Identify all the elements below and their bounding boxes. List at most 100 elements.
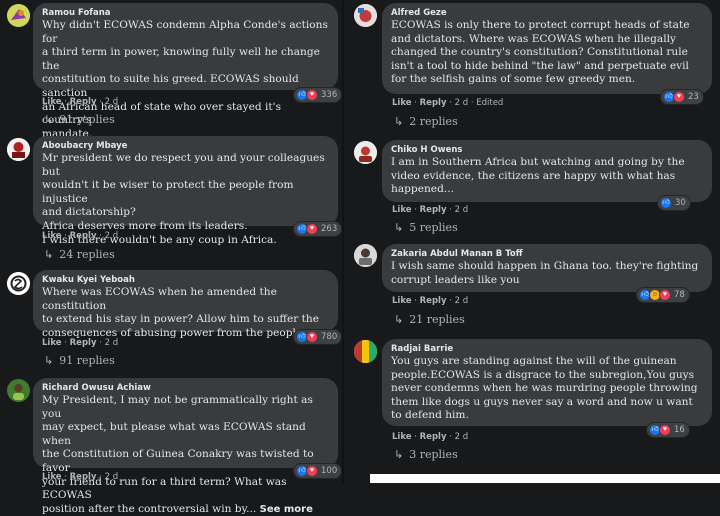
reply-arrow-icon: ↳ <box>44 248 54 261</box>
reaction-total: 100 <box>321 466 338 476</box>
avatar[interactable] <box>7 379 30 402</box>
reply-link[interactable]: Reply <box>420 98 447 108</box>
view-replies[interactable]: ↳ 3 replies <box>394 448 458 461</box>
avatar[interactable] <box>354 244 377 267</box>
comment-text: I am in Southern Africa but watching and… <box>391 156 685 196</box>
reaction-total: 336 <box>321 90 338 100</box>
avatar[interactable] <box>354 340 377 363</box>
reply-link[interactable]: Reply <box>420 432 447 442</box>
reply-arrow-icon: ↳ <box>394 448 404 461</box>
reaction-total: 16 <box>674 425 685 435</box>
view-replies[interactable]: ↳ 2 replies <box>394 115 458 128</box>
like-link[interactable]: Like <box>42 472 62 482</box>
comment-age[interactable]: 2 d <box>455 98 469 108</box>
comment-author[interactable]: Alfred Geze <box>391 8 703 19</box>
reaction-total: 23 <box>688 92 699 102</box>
reply-arrow-icon: ↳ <box>394 313 404 326</box>
comment-text: I wish same should happen in Ghana too. … <box>391 260 699 286</box>
reply-link[interactable]: Reply <box>420 205 447 215</box>
avatar[interactable] <box>7 138 30 161</box>
comment-age[interactable]: 2 d <box>105 231 119 241</box>
comment-text-body: My President, I may not be grammatically… <box>42 394 314 515</box>
comment-bubble: Ramou Fofana Why didn't ECOWAS condemn A… <box>33 3 338 140</box>
comment: Ramou Fofana Why didn't ECOWAS condemn A… <box>0 0 342 140</box>
replies-count: 21 replies <box>409 313 465 326</box>
comment-actions: Like · Reply · 2 d <box>392 205 469 215</box>
reaction-count[interactable]: 👍︎ ♥ 16 <box>647 423 689 437</box>
comment-age[interactable]: 2 d <box>455 296 469 306</box>
love-reaction-icon: ♥ <box>659 424 671 436</box>
avatar[interactable] <box>7 272 30 295</box>
view-replies[interactable]: ↳ 5 replies <box>394 221 458 234</box>
love-reaction-icon: ♥ <box>306 465 318 477</box>
reply-link[interactable]: Reply <box>70 338 97 348</box>
comment: Chiko H Owens I am in Southern Africa bu… <box>344 138 720 238</box>
reaction-count[interactable]: 👍︎ ♥ 263 <box>294 222 342 236</box>
comment-age[interactable]: 2 d <box>105 338 119 348</box>
comment-age[interactable]: 2 d <box>455 205 469 215</box>
right-comment-column: Alfred Geze ECOWAS is only there to prot… <box>344 0 720 483</box>
like-link[interactable]: Like <box>392 432 412 442</box>
like-link[interactable]: Like <box>42 97 62 107</box>
comment-age[interactable]: 2 d <box>455 432 469 442</box>
reaction-total: 263 <box>321 224 338 234</box>
reaction-count[interactable]: 👍︎ ♥ 780 <box>294 330 342 344</box>
reply-link[interactable]: Reply <box>70 472 97 482</box>
reaction-count[interactable]: 👍︎ ☺ ♥ 78 <box>637 288 689 302</box>
comment-actions: Like · Reply · 2 d <box>392 432 469 442</box>
comment: Richard Owusu Achiaw My President, I may… <box>0 376 342 515</box>
like-link[interactable]: Like <box>42 231 62 241</box>
comment-actions: Like · Reply · 2 d <box>392 296 469 306</box>
comment-author[interactable]: Aboubacry Mbaye <box>42 141 329 152</box>
comment-age[interactable]: 2 d <box>105 97 119 107</box>
avatar[interactable] <box>354 141 377 164</box>
replies-count: 91 replies <box>59 354 115 367</box>
comment-actions: Like · Reply · 2 d <box>42 472 119 482</box>
comment: Radjai Barrie You guys are standing agai… <box>344 337 720 473</box>
love-reaction-icon: ♥ <box>306 223 318 235</box>
comment: Aboubacry Mbaye Mr president we do respe… <box>0 134 342 264</box>
reply-link[interactable]: Reply <box>70 231 97 241</box>
comment-age[interactable]: 2 d <box>105 472 119 482</box>
comment-bubble: Radjai Barrie You guys are standing agai… <box>382 339 712 426</box>
reply-arrow-icon: ↳ <box>44 113 54 126</box>
avatar[interactable] <box>354 4 377 27</box>
like-reaction-icon: 👍︎ <box>660 197 672 209</box>
like-link[interactable]: Like <box>392 296 412 306</box>
replies-count: 24 replies <box>59 248 115 261</box>
like-link[interactable]: Like <box>392 205 412 215</box>
comment-actions: Like · Reply · 2 d <box>42 338 119 348</box>
comment-text: My President, I may not be grammatically… <box>42 394 329 516</box>
reply-arrow-icon: ↳ <box>394 115 404 128</box>
reply-link[interactable]: Reply <box>420 296 447 306</box>
comment: Alfred Geze ECOWAS is only there to prot… <box>344 0 720 136</box>
view-replies[interactable]: ↳ 21 replies <box>394 313 465 326</box>
comment-bubble: Chiko H Owens I am in Southern Africa bu… <box>382 140 712 202</box>
avatar[interactable] <box>7 4 30 27</box>
reaction-count[interactable]: 👍︎ ♥ 100 <box>294 464 342 478</box>
see-more-link[interactable]: See more <box>260 504 313 515</box>
reaction-count[interactable]: 👍︎ ♥ 23 <box>661 90 703 104</box>
view-replies[interactable]: ↳ 24 replies <box>44 248 115 261</box>
comment-bubble: Aboubacry Mbaye Mr president we do respe… <box>33 136 338 246</box>
love-reaction-icon: ♥ <box>306 331 318 343</box>
reaction-count[interactable]: 👍︎ 30 <box>658 196 690 210</box>
edited-label[interactable]: Edited <box>476 98 503 108</box>
comment-author[interactable]: Richard Owusu Achiaw <box>42 383 329 394</box>
view-replies[interactable]: ↳ 91 replies <box>44 354 115 367</box>
reaction-count[interactable]: 👍︎ ♥ 336 <box>294 88 342 102</box>
comment-author[interactable]: Chiko H Owens <box>391 145 703 156</box>
comment-author[interactable]: Zakaria Abdul Manan B Toff <box>391 249 703 260</box>
comment-actions: Like · Reply · 2 d <box>42 97 119 107</box>
reply-arrow-icon: ↳ <box>44 354 54 367</box>
like-link[interactable]: Like <box>392 98 412 108</box>
reply-link[interactable]: Reply <box>70 97 97 107</box>
comment-author[interactable]: Kwaku Kyei Yeboah <box>42 275 329 286</box>
like-link[interactable]: Like <box>42 338 62 348</box>
comment-author[interactable]: Ramou Fofana <box>42 8 329 19</box>
comment-author[interactable]: Radjai Barrie <box>391 344 703 355</box>
love-reaction-icon: ♥ <box>659 289 671 301</box>
replies-count: 91 replies <box>59 113 115 126</box>
view-replies[interactable]: ↳ 91 replies <box>44 113 115 126</box>
love-reaction-icon: ♥ <box>673 91 685 103</box>
